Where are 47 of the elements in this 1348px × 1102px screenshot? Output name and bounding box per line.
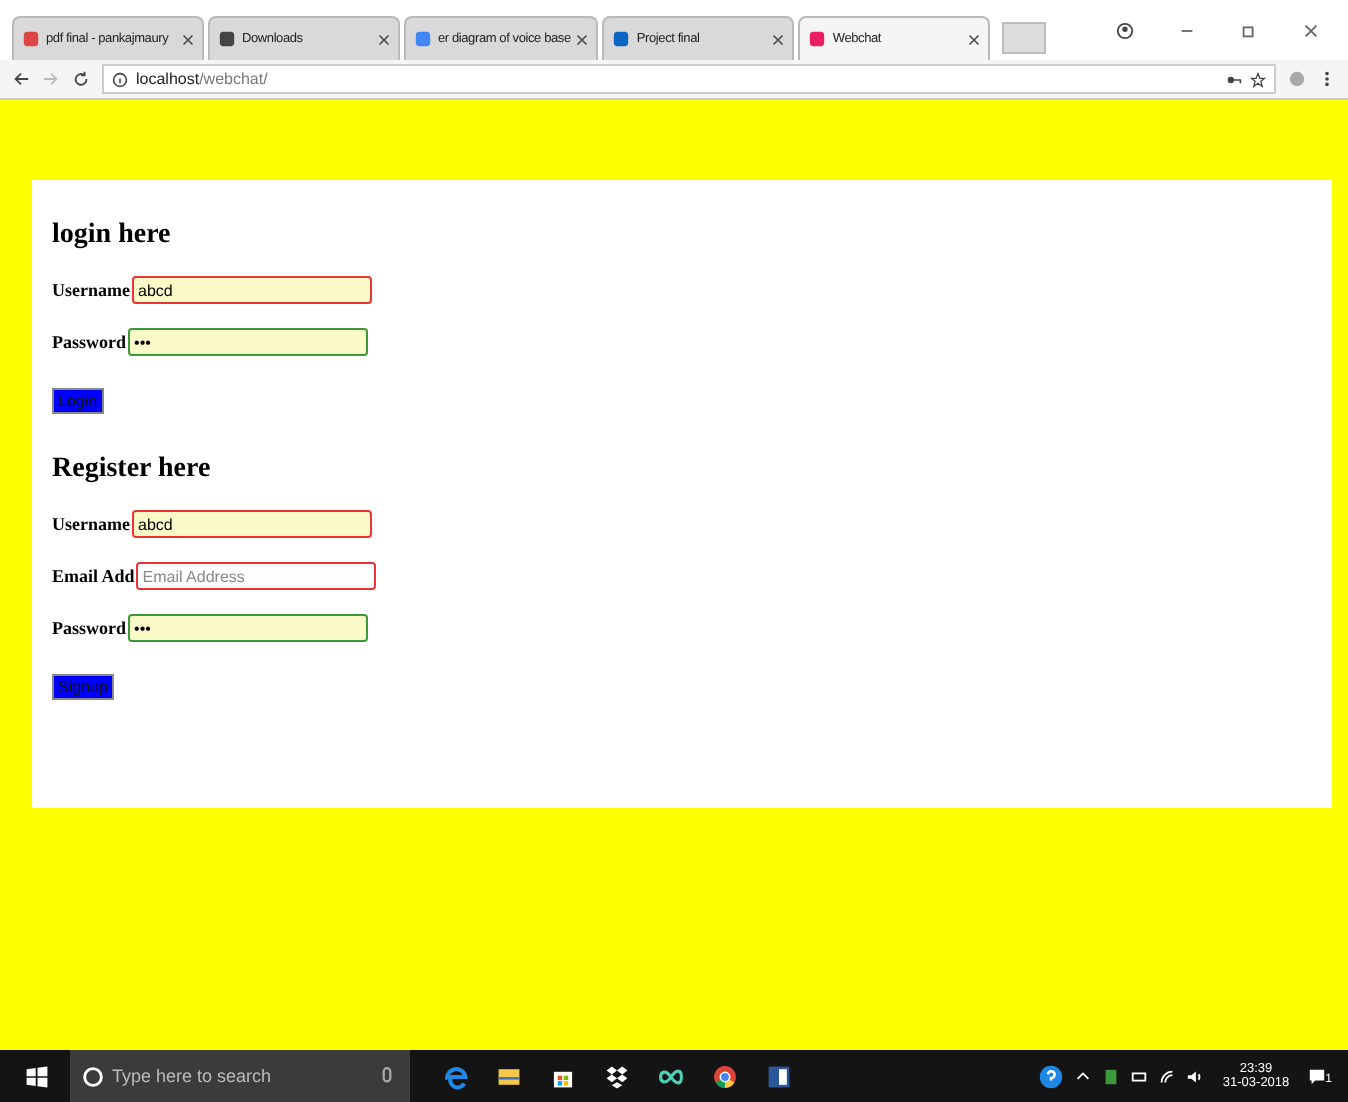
taskbar-search-field[interactable]: Type here to search: [70, 1050, 410, 1102]
profile-icon[interactable]: [1116, 21, 1134, 39]
field-label: Password: [52, 332, 127, 352]
windows-start-icon[interactable]: [24, 1063, 50, 1089]
field-label: Username: [52, 280, 130, 300]
field-label: Email Add: [52, 566, 135, 586]
battery-icon[interactable]: [1102, 1067, 1121, 1085]
input-field[interactable]: abcd: [132, 510, 372, 538]
tab-favicon-icon: [808, 30, 827, 48]
wifi-icon[interactable]: [1158, 1067, 1177, 1085]
star-icon[interactable]: [1250, 71, 1266, 87]
input-field[interactable]: Email Address: [136, 562, 377, 590]
dropbox-icon[interactable]: [604, 1063, 630, 1089]
folder-icon[interactable]: [496, 1063, 522, 1089]
section-heading: login here: [52, 220, 173, 252]
close-icon[interactable]: [182, 33, 194, 45]
key-icon[interactable]: [1226, 71, 1242, 87]
close-icon[interactable]: [968, 33, 981, 45]
input-field[interactable]: abcd: [132, 276, 372, 304]
tab-favicon-icon: [22, 30, 40, 48]
chrome-icon[interactable]: [712, 1063, 738, 1089]
tab-favicon-icon: [414, 30, 432, 48]
chevron-up-icon[interactable]: [1074, 1067, 1093, 1085]
back-icon[interactable]: [12, 70, 30, 88]
field-label: Password: [52, 618, 127, 638]
help-icon[interactable]: [1038, 1063, 1065, 1089]
field-label: Username: [52, 514, 130, 534]
input-field[interactable]: •••: [128, 328, 369, 356]
info-icon: [112, 71, 128, 87]
address-bar[interactable]: localhost/webchat/: [102, 64, 1276, 94]
reload-icon[interactable]: [72, 70, 90, 88]
volume-icon[interactable]: [1186, 1067, 1205, 1085]
notification-icon: [1307, 1067, 1326, 1085]
url-text: localhost/webchat/: [136, 70, 270, 88]
section-heading: Register here: [52, 454, 213, 486]
close-icon[interactable]: [772, 33, 785, 45]
close-icon[interactable]: [576, 33, 589, 45]
tab-favicon-icon: [218, 30, 236, 48]
close-icon[interactable]: [378, 33, 390, 45]
word-icon[interactable]: [766, 1063, 792, 1089]
restore-icon[interactable]: [1240, 21, 1258, 39]
tab-favicon-icon: [612, 30, 631, 48]
network-icon[interactable]: [1130, 1067, 1149, 1085]
edge-icon[interactable]: [442, 1063, 468, 1089]
cortana-icon: [82, 1065, 104, 1087]
input-field[interactable]: •••: [128, 614, 369, 642]
close-icon[interactable]: [1302, 21, 1320, 39]
